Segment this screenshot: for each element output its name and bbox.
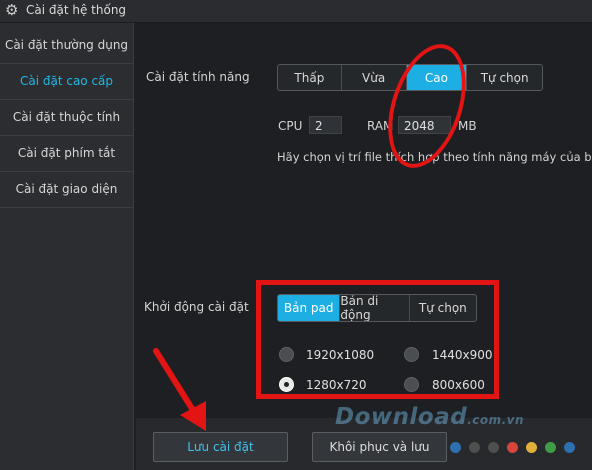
watermark-text: Download — [335, 404, 468, 430]
watermark-dot — [545, 442, 556, 453]
arrow-annotation-icon — [153, 348, 206, 431]
restore-and-save-button[interactable]: Khôi phục và lưu — [312, 432, 447, 462]
title-bar: ⚙ Cài đặt hệ thống — [0, 0, 592, 23]
sidebar-item-property-settings[interactable]: Cài đặt thuộc tính — [0, 99, 133, 136]
watermark-dot — [526, 442, 537, 453]
gear-icon: ⚙ — [5, 1, 19, 19]
watermark-dot — [469, 442, 480, 453]
performance-label: Cài đặt tính năng — [146, 70, 250, 84]
watermark-dot — [564, 442, 575, 453]
watermark-dot — [450, 442, 461, 453]
watermark-suffix: .com.vn — [467, 413, 525, 427]
startup-label: Khởi động cài đặt — [144, 300, 249, 314]
watermark-dot — [507, 442, 518, 453]
save-settings-button[interactable]: Lưu cài đặt — [153, 432, 288, 462]
performance-option-custom[interactable]: Tự chọn — [467, 65, 542, 90]
cpu-label: CPU — [278, 119, 303, 133]
highlight-box-annotation — [256, 280, 499, 399]
performance-option-low[interactable]: Thấp — [278, 65, 342, 90]
sidebar-item-advanced-settings[interactable]: Cài đặt cao cấp — [0, 63, 133, 100]
ram-unit: MB — [458, 119, 477, 133]
window-title: Cài đặt hệ thống — [26, 3, 127, 17]
watermark-dot — [488, 442, 499, 453]
sidebar: Cài đặt thường dụng Cài đặt cao cấp Cài … — [0, 23, 134, 470]
watermark-logo: Download.com.vn — [335, 404, 524, 430]
cpu-input[interactable]: 2 — [309, 116, 342, 134]
sidebar-item-shortcut-settings[interactable]: Cài đặt phím tắt — [0, 135, 133, 172]
sidebar-item-interface-settings[interactable]: Cài đặt giao diện — [0, 171, 133, 208]
sidebar-item-common-settings[interactable]: Cài đặt thường dụng — [0, 27, 133, 64]
